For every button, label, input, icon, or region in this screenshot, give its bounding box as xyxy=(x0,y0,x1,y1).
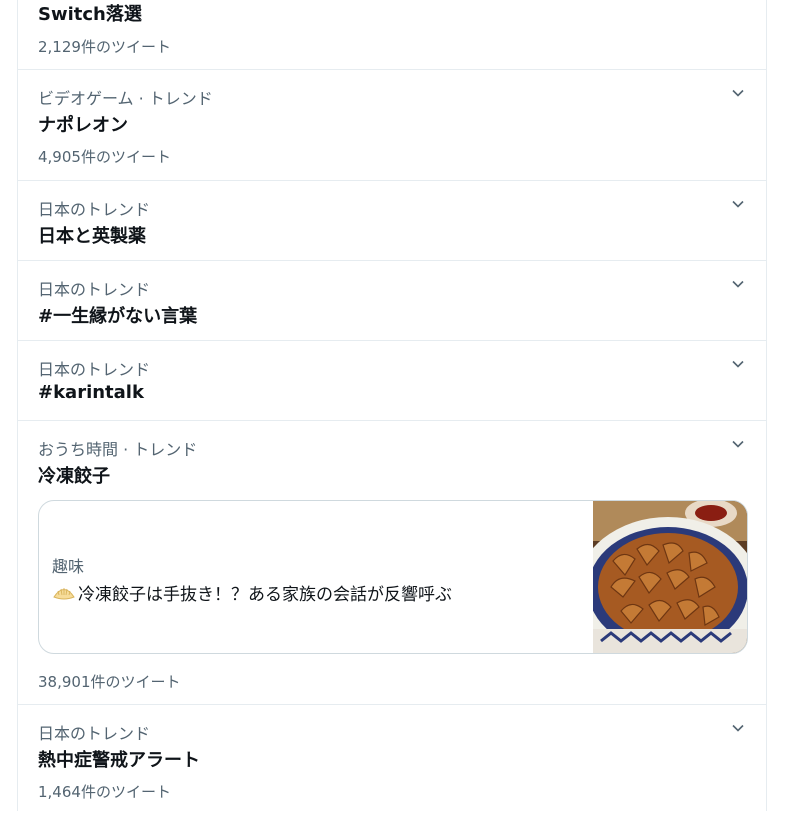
trend-item[interactable]: Switch落選 2,129件のツイート xyxy=(18,0,766,70)
trend-item[interactable]: 日本のトレンド #karintalk xyxy=(18,341,766,421)
trend-item[interactable]: ビデオゲーム · トレンド ナポレオン 4,905件のツイート xyxy=(18,70,766,181)
trend-tweet-count: 2,129件のツイート xyxy=(38,38,171,56)
trend-title: ナポレオン xyxy=(38,115,128,136)
trend-context: 日本のトレンド xyxy=(38,724,151,743)
trend-title: Switch落選 xyxy=(38,4,142,25)
dumpling-emoji-icon xyxy=(53,587,75,599)
news-card-headline: 冷凍餃子は手抜き！？ある家族の会話が反響呼ぶ xyxy=(52,580,452,605)
gyoza-photo xyxy=(593,501,747,653)
trend-context: おうち時間 · トレンド xyxy=(38,440,198,459)
trend-context: 日本のトレンド xyxy=(38,360,151,379)
trend-title: #karintalk xyxy=(38,382,144,403)
trend-context: 日本のトレンド xyxy=(38,280,151,299)
trend-tweet-count: 4,905件のツイート xyxy=(38,148,171,166)
trend-item[interactable]: 日本のトレンド 熱中症警戒アラート 1,464件のツイート xyxy=(18,705,766,825)
trend-tweet-count: 1,464件のツイート xyxy=(38,783,171,801)
trend-item[interactable]: おうち時間 · トレンド 冷凍餃子 趣味 冷凍餃子は手抜き！？ある家族の会話が反… xyxy=(18,421,766,705)
trend-context: ビデオゲーム · トレンド xyxy=(38,89,213,108)
trend-title: 熱中症警戒アラート xyxy=(38,750,200,771)
chevron-down-icon[interactable] xyxy=(727,433,749,455)
trend-item[interactable]: 日本のトレンド #一生縁がない言葉 xyxy=(18,261,766,341)
trend-tweet-count: 38,901件のツイート xyxy=(38,673,181,691)
chevron-down-icon[interactable] xyxy=(727,193,749,215)
news-card-category: 趣味 xyxy=(52,557,85,576)
chevron-down-icon[interactable] xyxy=(727,353,749,375)
chevron-down-icon[interactable] xyxy=(727,717,749,739)
news-card[interactable]: 趣味 冷凍餃子は手抜き！？ある家族の会話が反響呼ぶ xyxy=(38,500,748,654)
chevron-down-icon[interactable] xyxy=(727,273,749,295)
news-card-headline-text: 冷凍餃子は手抜き！？ある家族の会話が反響呼ぶ xyxy=(78,585,452,605)
trend-title: 日本と英製薬 xyxy=(38,226,146,247)
chevron-down-icon[interactable] xyxy=(727,82,749,104)
trend-title: 冷凍餃子 xyxy=(38,466,110,487)
trends-column: Switch落選 2,129件のツイート ビデオゲーム · トレンド ナポレオン… xyxy=(17,0,767,811)
trend-title: #一生縁がない言葉 xyxy=(38,306,198,327)
trend-context: 日本のトレンド xyxy=(38,200,151,219)
trend-item[interactable]: 日本のトレンド 日本と英製薬 xyxy=(18,181,766,261)
